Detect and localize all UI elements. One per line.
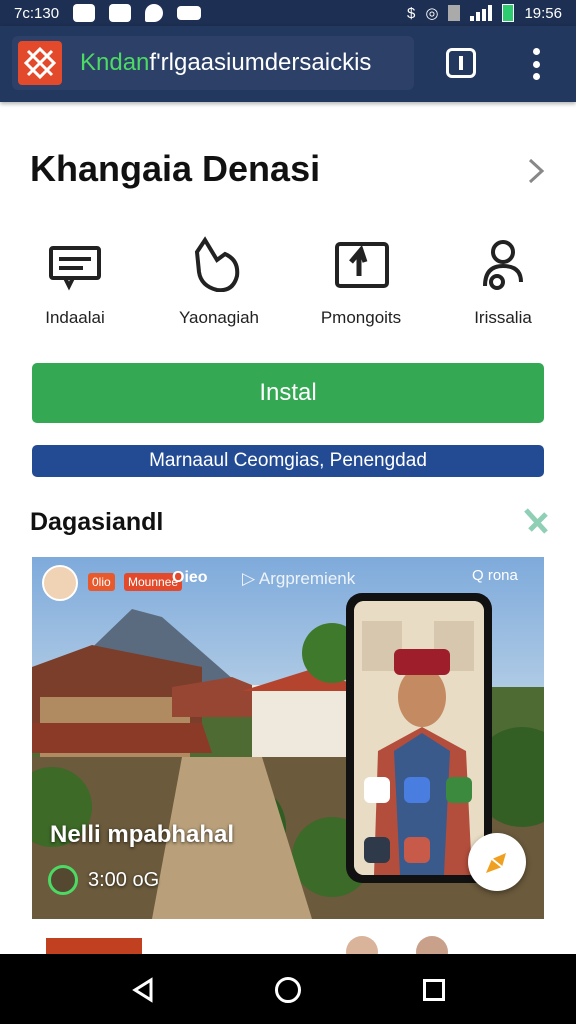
action-message[interactable]: Indaalai: [10, 232, 140, 328]
install-button[interactable]: Instal: [32, 363, 544, 423]
url-highlight: Kndan: [80, 49, 150, 76]
card-link-text: Argpremienk: [258, 569, 356, 588]
action-label: Indaalai: [45, 308, 105, 327]
message-icon: [177, 6, 202, 20]
action-row: Indaalai Yaonagiah Pmongoits Irissalia: [0, 232, 576, 342]
url-rest: f'rlgaasiumdersaickis: [149, 49, 372, 76]
section-title: Dagasiandl: [30, 508, 164, 536]
sim-icon: [448, 5, 461, 21]
card-badge-1: 0lio: [88, 573, 115, 591]
tabs-button[interactable]: [446, 48, 476, 78]
card-link[interactable]: ▷ Argpremienk: [242, 569, 355, 589]
status-time: 7c:130: [14, 4, 60, 22]
phone-screen: [354, 601, 484, 875]
pointer-hand-icon: [194, 236, 240, 292]
navigation-bar: [0, 954, 576, 1024]
action-pointer[interactable]: Yaonagiah: [154, 232, 284, 328]
pencil-icon: [486, 853, 506, 873]
action-label: Yaonagiah: [178, 308, 260, 327]
thumbnail: [46, 938, 142, 954]
next-card-peek: [32, 930, 544, 968]
recent-apps-icon[interactable]: [423, 979, 445, 1001]
expand-arrow-icon[interactable]: [522, 506, 550, 536]
action-label: Irissalia: [474, 308, 532, 327]
share-fab[interactable]: [468, 833, 526, 891]
app-notification-icon: [109, 4, 132, 22]
alarm-icon: ◎: [425, 5, 439, 22]
status-clock: 19:56: [524, 4, 562, 22]
media-card[interactable]: 0lio Mounnee Oieo ▷ Argpremienk Q rona N…: [32, 557, 544, 919]
status-bar: 7c:130 $ ◎ 19:56: [0, 0, 576, 26]
avatar[interactable]: [42, 565, 78, 601]
action-person[interactable]: Irissalia: [438, 232, 568, 328]
app-bar: Kndanf'rlgaasiumdersaickis: [0, 26, 576, 102]
card-caption: Nelli mpabhahal: [50, 821, 235, 848]
notification-icon: [73, 4, 96, 22]
message-card-icon: [49, 246, 101, 291]
card-tag: Oieo: [172, 569, 208, 586]
clock-icon: [48, 865, 78, 895]
person-icon: [483, 240, 523, 290]
dollar-icon: $: [407, 4, 416, 22]
card-duration: 3:00 oG: [88, 868, 160, 891]
phone-person-image: [354, 601, 484, 875]
card-counter: Q rona: [472, 567, 518, 584]
info-bar[interactable]: Marnaaul Ceomgias, Penengdad: [32, 445, 544, 477]
phone-mockup: [346, 593, 492, 883]
home-icon[interactable]: [275, 977, 301, 1003]
url-text: Kndanf'rlgaasiumdersaickis: [80, 49, 371, 77]
location-icon: [145, 4, 164, 22]
action-label: Pmongoits: [320, 308, 402, 327]
card-timer: 3:00 oG: [48, 865, 159, 895]
back-icon[interactable]: [131, 977, 157, 1003]
signal-icon: [470, 5, 493, 21]
chevron-right-icon[interactable]: [522, 156, 552, 186]
upload-box-icon: [335, 242, 389, 288]
battery-icon: [502, 4, 515, 22]
app-logo-icon: [18, 41, 62, 85]
overflow-menu-icon[interactable]: [528, 48, 544, 80]
page-title: Khangaia Denasi: [30, 148, 321, 189]
address-bar[interactable]: Kndanf'rlgaasiumdersaickis: [12, 36, 414, 90]
screen: 7c:130 $ ◎ 19:56 Kndanf'rlgaasiumdersaic…: [0, 0, 576, 1024]
action-upload[interactable]: Pmongoits: [296, 232, 426, 328]
